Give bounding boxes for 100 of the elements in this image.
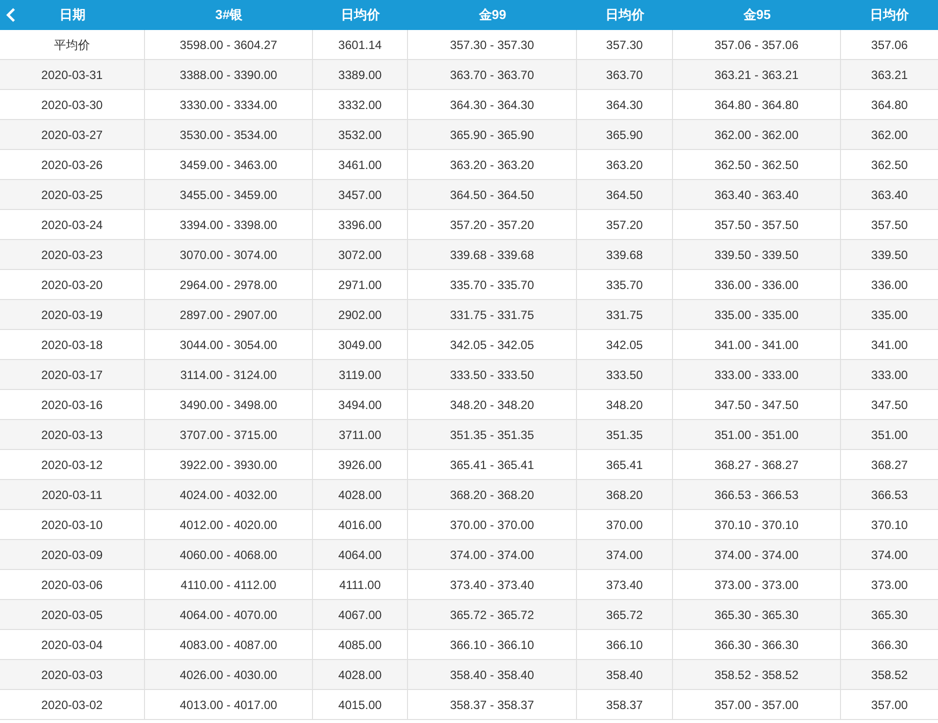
table-cell-text: 365.90 - 365.90 [450, 126, 534, 144]
table-cell-text: 3461.00 [338, 156, 382, 174]
table-cell-text: 358.40 - 358.40 [450, 666, 534, 684]
table-cell-text: 351.35 - 351.35 [450, 426, 534, 444]
table-cell-text: 366.53 [871, 486, 908, 504]
table-cell-text: 342.05 [606, 336, 643, 354]
table-cell-text: 4067.00 [338, 606, 382, 624]
table-cell-text: 339.68 [606, 246, 643, 264]
table-cell-text: 357.50 [871, 216, 908, 234]
table-cell-text: 2020-03-17 [41, 366, 103, 384]
table-cell-text: 3926.00 [338, 456, 382, 474]
table-cell-text: 3711.00 [338, 426, 382, 444]
table-cell-text: 4085.00 [338, 636, 382, 654]
back-icon[interactable] [6, 8, 16, 22]
table-cell-text: 342.05 - 342.05 [450, 336, 534, 354]
table-cell-text: 357.30 [606, 36, 643, 54]
column-header: 3#银 [215, 6, 243, 24]
table-cell-text: 351.35 [606, 426, 643, 444]
table-cell-text: 366.53 - 366.53 [714, 486, 799, 504]
table-cell-text: 373.40 [606, 576, 643, 594]
table-cell-text: 363.40 [871, 186, 908, 204]
table-cell-text: 357.30 - 357.30 [450, 36, 534, 54]
table-cell-text: 3490.00 - 3498.00 [180, 396, 278, 414]
table-cell-text: 358.40 [606, 666, 643, 684]
table-cell-text: 364.30 - 364.30 [450, 96, 534, 114]
table-cell-text: 368.27 - 368.27 [714, 456, 799, 474]
table-cell-text: 357.20 [606, 216, 643, 234]
table-cell-text: 4015.00 [338, 696, 382, 714]
table-cell-text: 3922.00 - 3930.00 [180, 456, 278, 474]
table-cell-text: 3044.00 - 3054.00 [180, 336, 278, 354]
table-cell-text: 3530.00 - 3534.00 [180, 126, 278, 144]
table-cell-text: 2020-03-06 [41, 576, 103, 594]
table-cell-text: 370.10 - 370.10 [714, 516, 799, 534]
table-cell-text: 374.00 [606, 546, 643, 564]
table-cell-text: 2020-03-04 [41, 636, 103, 654]
table-cell-text: 339.68 - 339.68 [450, 246, 534, 264]
table-cell-text: 341.00 - 341.00 [714, 336, 799, 354]
table-cell-text: 362.00 - 362.00 [714, 126, 799, 144]
table-cell-text: 3330.00 - 3334.00 [180, 96, 278, 114]
table-cell-text: 364.50 - 364.50 [450, 186, 534, 204]
table-cell-text: 333.50 [606, 366, 643, 384]
table-cell-text: 335.00 [871, 306, 908, 324]
table-cell-text: 336.00 [871, 276, 908, 294]
table-cell-text: 365.41 [606, 456, 643, 474]
table-cell-text: 2020-03-25 [41, 186, 103, 204]
table-cell-text: 3459.00 - 3463.00 [180, 156, 278, 174]
table-cell-text: 358.52 - 358.52 [714, 666, 799, 684]
table-cell-text: 362.50 [871, 156, 908, 174]
table-cell-text: 374.00 - 374.00 [714, 546, 799, 564]
table-cell-text: 3388.00 - 3390.00 [180, 66, 278, 84]
table-cell-text: 331.75 [606, 306, 643, 324]
table-cell-text: 2020-03-24 [41, 216, 103, 234]
table-cell-text: 4024.00 - 4032.00 [180, 486, 278, 504]
table-cell-text: 341.00 [871, 336, 908, 354]
table-cell-text: 365.72 [606, 606, 643, 624]
table-cell-text: 335.70 - 335.70 [450, 276, 534, 294]
table-cell-text: 2020-03-30 [41, 96, 103, 114]
table-cell-text: 364.50 [606, 186, 643, 204]
table-cell-text: 362.00 [871, 126, 908, 144]
table-cell-text: 4026.00 - 4030.00 [180, 666, 278, 684]
table-cell-text: 2020-03-18 [41, 336, 103, 354]
table-cell-text: 4012.00 - 4020.00 [180, 516, 278, 534]
table-cell-text: 373.40 - 373.40 [450, 576, 534, 594]
table-cell-text: 366.30 - 366.30 [714, 636, 799, 654]
table-cell-text: 366.10 [606, 636, 643, 654]
table-cell-text: 339.50 - 339.50 [714, 246, 799, 264]
table-cell-text: 347.50 [871, 396, 908, 414]
table-cell-text: 358.52 [871, 666, 908, 684]
table-cell-text: 358.37 - 358.37 [450, 696, 534, 714]
table-cell-text: 351.00 - 351.00 [714, 426, 799, 444]
table-cell-text: 370.10 [871, 516, 908, 534]
table-cell-text: 3396.00 [338, 216, 382, 234]
column-header: 日均价 [606, 6, 644, 24]
table-cell-text: 365.30 [871, 606, 908, 624]
table-cell-text: 364.80 - 364.80 [714, 96, 799, 114]
table-cell-text: 2020-03-12 [41, 456, 103, 474]
table-cell-text: 3394.00 - 3398.00 [180, 216, 278, 234]
table-cell-text: 2020-03-16 [41, 396, 103, 414]
table-cell-text: 2020-03-27 [41, 126, 103, 144]
table-cell-text: 2020-03-02 [41, 696, 103, 714]
table-cell-text: 336.00 - 336.00 [714, 276, 799, 294]
table-cell-text: 331.75 - 331.75 [450, 306, 534, 324]
table-cell-text: 平均价 [54, 36, 90, 54]
table-cell-text: 370.00 - 370.00 [450, 516, 534, 534]
table-cell-text: 333.00 - 333.00 [714, 366, 799, 384]
table-cell-text: 373.00 [871, 576, 908, 594]
table-cell-text: 370.00 [606, 516, 643, 534]
table-cell-text: 4028.00 [338, 486, 382, 504]
table-cell-text: 2020-03-10 [41, 516, 103, 534]
table-cell-text: 333.50 - 333.50 [450, 366, 534, 384]
column-header: 日期 [60, 6, 86, 24]
table-cell-text: 358.37 [606, 696, 643, 714]
table-cell-text: 374.00 [871, 546, 908, 564]
table-cell-text: 2971.00 [338, 276, 382, 294]
table-cell-text: 365.72 - 365.72 [450, 606, 534, 624]
table-cell-text: 4060.00 - 4068.00 [180, 546, 278, 564]
table-cell-text: 333.00 [871, 366, 908, 384]
column-header: 金99 [478, 6, 506, 24]
table-cell-text: 368.20 - 368.20 [450, 486, 534, 504]
table-cell-text: 357.50 - 357.50 [714, 216, 799, 234]
